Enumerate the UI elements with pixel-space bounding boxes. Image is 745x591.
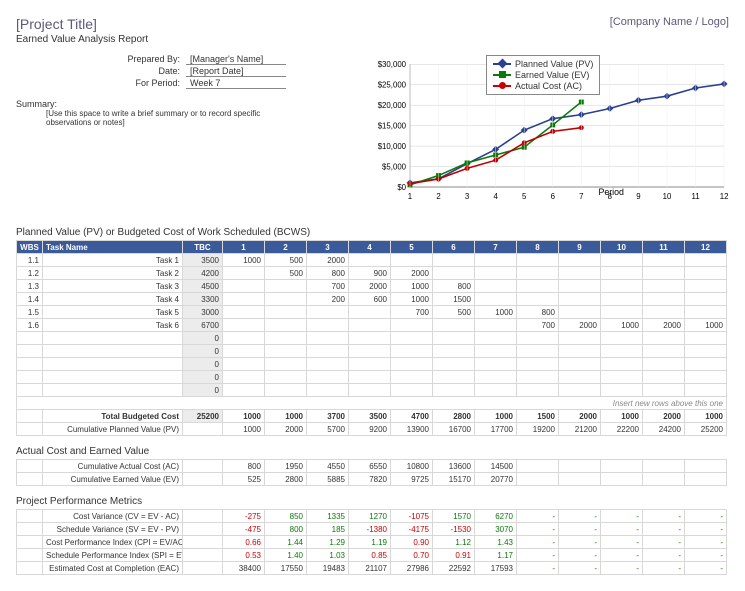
svg-text:1: 1 <box>408 192 412 201</box>
chart-legend: Planned Value (PV) Earned Value (EV) Act… <box>486 55 600 95</box>
svg-text:7: 7 <box>579 192 583 201</box>
company-name: [Company Name / Logo] <box>610 16 729 32</box>
table-row[interactable]: 0 <box>17 332 727 345</box>
project-title: [Project Title] <box>16 16 97 32</box>
svg-text:12: 12 <box>720 192 729 201</box>
metrics-table: Cost Variance (CV = EV - AC)-27585013351… <box>16 509 727 575</box>
table-row[interactable]: 1.1Task 1350010005002000 <box>17 254 727 267</box>
table-row[interactable]: 0 <box>17 371 727 384</box>
svg-text:$30,000: $30,000 <box>378 60 407 69</box>
period-field[interactable]: Week 7 <box>186 78 286 89</box>
svg-text:2: 2 <box>436 192 440 201</box>
ac-table: Cumulative Actual Cost (AC)8001950455065… <box>16 459 727 486</box>
svg-text:$20,000: $20,000 <box>378 101 407 110</box>
table-row[interactable]: 0 <box>17 358 727 371</box>
ac-section-title: Actual Cost and Earned Value <box>16 446 729 457</box>
svg-text:$10,000: $10,000 <box>378 142 407 151</box>
prepared-by-label: Prepared By: <box>96 54 186 65</box>
pv-section-title: Planned Value (PV) or Budgeted Cost of W… <box>16 227 729 238</box>
chart-xlabel: Period <box>598 187 624 197</box>
period-label: For Period: <box>96 78 186 89</box>
summary-label: Summary: <box>16 99 356 109</box>
svg-text:$5,000: $5,000 <box>382 162 407 171</box>
svg-text:$15,000: $15,000 <box>378 122 407 131</box>
prepared-by-field[interactable]: [Manager's Name] <box>186 54 286 65</box>
svg-text:5: 5 <box>522 192 527 201</box>
table-row[interactable]: 1.2Task 242005008009002000 <box>17 267 727 280</box>
svg-text:6: 6 <box>551 192 556 201</box>
svg-text:$25,000: $25,000 <box>378 81 407 90</box>
table-row[interactable]: 0 <box>17 384 727 397</box>
svg-text:11: 11 <box>691 192 699 201</box>
table-row[interactable]: 1.4Task 4330020060010001500 <box>17 293 727 306</box>
table-row[interactable]: 0 <box>17 345 727 358</box>
svg-text:$0: $0 <box>397 183 406 192</box>
svg-text:4: 4 <box>493 192 498 201</box>
table-row[interactable]: 1.5Task 530007005001000800 <box>17 306 727 319</box>
svg-text:9: 9 <box>636 192 640 201</box>
date-field[interactable]: [Report Date] <box>186 66 286 77</box>
summary-text[interactable]: [Use this space to write a brief summary… <box>46 109 306 127</box>
table-row[interactable]: 1.6Task 667007002000100020001000 <box>17 319 727 332</box>
table-row[interactable]: 1.3Task 3450070020001000800 <box>17 280 727 293</box>
date-label: Date: <box>96 66 186 77</box>
pv-table: WBSTask NameTBC123456789101112 1.1Task 1… <box>16 240 727 436</box>
svg-text:10: 10 <box>663 192 672 201</box>
ev-chart: $0 $5,000 $10,000 $15,000 $20,000 $25,000 $30,… <box>356 53 729 213</box>
svg-text:3: 3 <box>465 192 470 201</box>
metrics-section-title: Project Performance Metrics <box>16 496 729 507</box>
report-subtitle: Earned Value Analysis Report <box>16 34 729 45</box>
